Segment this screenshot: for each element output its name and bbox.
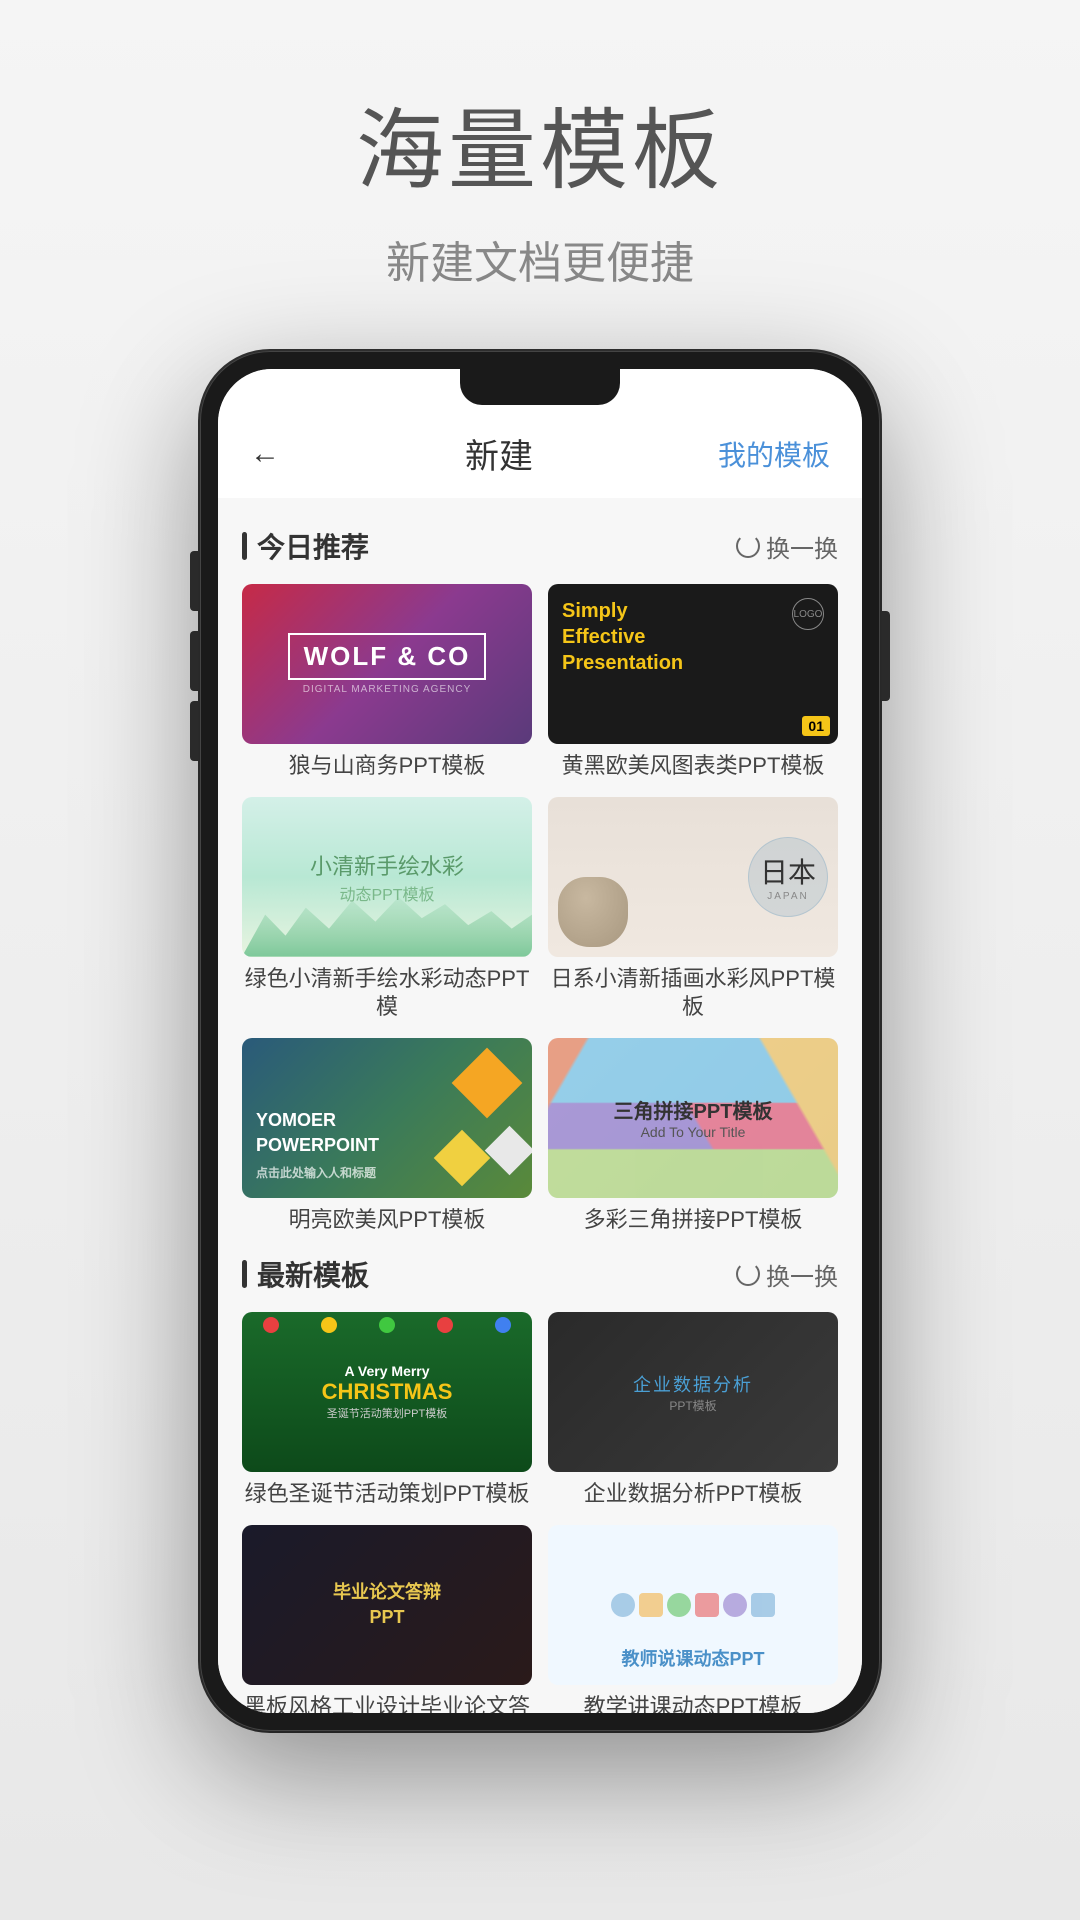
yomoer-sub-text: 点击此处输入人和标题 xyxy=(256,1166,376,1180)
template-item-presentation[interactable]: SimplyEffectivePresentation LOGO 01 黄黑欧美… xyxy=(548,584,838,781)
yomoer-diamond-2 xyxy=(434,1129,491,1186)
xmas-title-small: A Very Merry xyxy=(344,1363,429,1379)
biz-main-text: 企业数据分析 xyxy=(633,1371,753,1397)
pres-number: 01 xyxy=(802,716,830,736)
wolf-subtitle: DIGITAL MARKETING AGENCY xyxy=(303,684,471,695)
yomoer-brand-text: YOMOERPOWERPOINT点击此处输入人和标题 xyxy=(256,1108,379,1184)
page-title: 海量模板 xyxy=(356,80,724,207)
page-header: 海量模板 新建文档更便捷 xyxy=(356,0,724,291)
template-label-graduation: 黑板风格工业设计毕业论文答 xyxy=(242,1693,532,1713)
wolf-title-box: WOLF & CO xyxy=(288,633,487,680)
page-subtitle: 新建文档更便捷 xyxy=(356,227,724,291)
xmas-main-title: CHRISTMAS xyxy=(322,1379,453,1405)
notch xyxy=(460,369,620,405)
ti4 xyxy=(695,1593,719,1617)
template-thumb-japan: 日本 JAPAN xyxy=(548,797,838,957)
xmas-ornaments-row xyxy=(242,1312,532,1333)
latest-template-grid: A Very Merry CHRISTMAS 圣诞节活动策划PPT模板 绿色圣诞… xyxy=(242,1312,838,1713)
template-thumb-business: 企业数据分析 PPT模板 xyxy=(548,1312,838,1472)
template-thumb-presentation: SimplyEffectivePresentation LOGO 01 xyxy=(548,584,838,744)
ti3 xyxy=(667,1593,691,1617)
japan-romaji: JAPAN xyxy=(767,891,809,902)
ornament-blue xyxy=(495,1317,511,1333)
today-template-grid: WOLF & CO DIGITAL MARKETING AGENCY 狼与山商务… xyxy=(242,584,838,1234)
yomoer-shapes-bg xyxy=(358,1038,532,1198)
template-item-teacher[interactable]: 教师说课动态PPT 教学讲课动态PPT模板 xyxy=(548,1525,838,1713)
today-refresh-button[interactable]: 换一换 xyxy=(736,529,838,564)
template-label-christmas: 绿色圣诞节活动策划PPT模板 xyxy=(242,1480,532,1509)
japan-kanji-text: 日本 xyxy=(760,851,816,891)
template-thumb-graduation: 毕业论文答辩PPT xyxy=(242,1525,532,1685)
xmas-subtitle: 圣诞节活动策划PPT模板 xyxy=(327,1405,447,1421)
watercolor-main-text: 小清新手绘水彩 xyxy=(310,849,464,881)
ornament-red2 xyxy=(437,1317,453,1333)
tri-main-title: 三角拼接PPT模板 xyxy=(614,1095,773,1124)
watercolor-sub-text: 动态PPT模板 xyxy=(339,881,434,905)
teacher-icons-grid xyxy=(601,1583,785,1627)
teacher-main-label: 教师说课动态PPT xyxy=(621,1645,764,1671)
japan-circle-badge: 日本 JAPAN xyxy=(748,837,828,917)
biz-sub-text: PPT模板 xyxy=(669,1397,716,1414)
latest-refresh-label: 换一换 xyxy=(766,1257,838,1292)
app-content: 今日推荐 换一换 WOLF & CO DIGITAL MARKETING AGE… xyxy=(218,498,862,1713)
screen-title: 新建 xyxy=(465,429,533,478)
template-label-watercolor: 绿色小清新手绘水彩动态PPT模 xyxy=(242,965,532,1022)
phone-screen: ← 新建 我的模板 今日推荐 换一换 xyxy=(218,369,862,1713)
template-item-wolf[interactable]: WOLF & CO DIGITAL MARKETING AGENCY 狼与山商务… xyxy=(242,584,532,781)
template-item-watercolor[interactable]: 小清新手绘水彩 动态PPT模板 绿色小清新手绘水彩动态PPT模 xyxy=(242,797,532,1022)
template-item-triangles[interactable]: 三角拼接PPT模板 Add To Your Title 多彩三角拼接PPT模板 xyxy=(548,1038,838,1235)
template-thumb-teacher: 教师说课动态PPT xyxy=(548,1525,838,1685)
today-section-header: 今日推荐 换一换 xyxy=(242,526,838,566)
template-label-yomoer: 明亮欧美风PPT模板 xyxy=(242,1206,532,1235)
latest-section-title: 最新模板 xyxy=(242,1254,369,1294)
template-thumb-watercolor: 小清新手绘水彩 动态PPT模板 xyxy=(242,797,532,957)
ornament-yellow xyxy=(321,1317,337,1333)
template-item-yomoer[interactable]: YOMOERPOWERPOINT点击此处输入人和标题 明亮欧美风PPT模板 xyxy=(242,1038,532,1235)
ti5 xyxy=(723,1593,747,1617)
back-button[interactable]: ← xyxy=(250,437,280,471)
latest-refresh-button[interactable]: 换一换 xyxy=(736,1257,838,1292)
template-label-triangles: 多彩三角拼接PPT模板 xyxy=(548,1206,838,1235)
pres-logo-circle: LOGO xyxy=(792,598,824,630)
template-label-wolf: 狼与山商务PPT模板 xyxy=(242,752,532,781)
template-label-teacher: 教学讲课动态PPT模板 xyxy=(548,1693,838,1713)
today-refresh-label: 换一换 xyxy=(766,529,838,564)
template-item-christmas[interactable]: A Very Merry CHRISTMAS 圣诞节活动策划PPT模板 绿色圣诞… xyxy=(242,1312,532,1509)
phone-frame: ← 新建 我的模板 今日推荐 换一换 xyxy=(200,351,880,1731)
template-item-graduation[interactable]: 毕业论文答辩PPT 黑板风格工业设计毕业论文答 xyxy=(242,1525,532,1713)
template-thumb-christmas: A Very Merry CHRISTMAS 圣诞节活动策划PPT模板 xyxy=(242,1312,532,1472)
japan-cat-figure xyxy=(558,877,628,947)
template-thumb-triangles: 三角拼接PPT模板 Add To Your Title xyxy=(548,1038,838,1198)
grad-main-text: 毕业论文答辩PPT xyxy=(333,1580,441,1630)
today-section-title: 今日推荐 xyxy=(242,526,369,566)
template-label-business: 企业数据分析PPT模板 xyxy=(548,1480,838,1509)
template-label-japan: 日系小清新插画水彩风PPT模板 xyxy=(548,965,838,1022)
template-thumb-wolf: WOLF & CO DIGITAL MARKETING AGENCY xyxy=(242,584,532,744)
ornament-red xyxy=(263,1317,279,1333)
template-label-presentation: 黄黑欧美风图表类PPT模板 xyxy=(548,752,838,781)
ti1 xyxy=(611,1593,635,1617)
yomoer-diamond-1 xyxy=(452,1047,523,1118)
template-item-business[interactable]: 企业数据分析 PPT模板 企业数据分析PPT模板 xyxy=(548,1312,838,1509)
template-item-japan[interactable]: 日本 JAPAN 日系小清新插画水彩风PPT模板 xyxy=(548,797,838,1022)
template-thumb-yomoer: YOMOERPOWERPOINT点击此处输入人和标题 xyxy=(242,1038,532,1198)
ti6 xyxy=(751,1593,775,1617)
tri-sub-title: Add To Your Title xyxy=(641,1124,746,1140)
my-templates-button[interactable]: 我的模板 xyxy=(718,434,830,474)
ornament-green xyxy=(379,1317,395,1333)
refresh-icon xyxy=(736,534,760,558)
latest-refresh-icon xyxy=(736,1262,760,1286)
ti2 xyxy=(639,1593,663,1617)
latest-section-header: 最新模板 换一换 xyxy=(242,1254,838,1294)
pres-title: SimplyEffectivePresentation xyxy=(562,598,792,676)
phone-wrapper: ← 新建 我的模板 今日推荐 换一换 xyxy=(190,351,890,1731)
yomoer-diamond-3 xyxy=(485,1126,532,1175)
